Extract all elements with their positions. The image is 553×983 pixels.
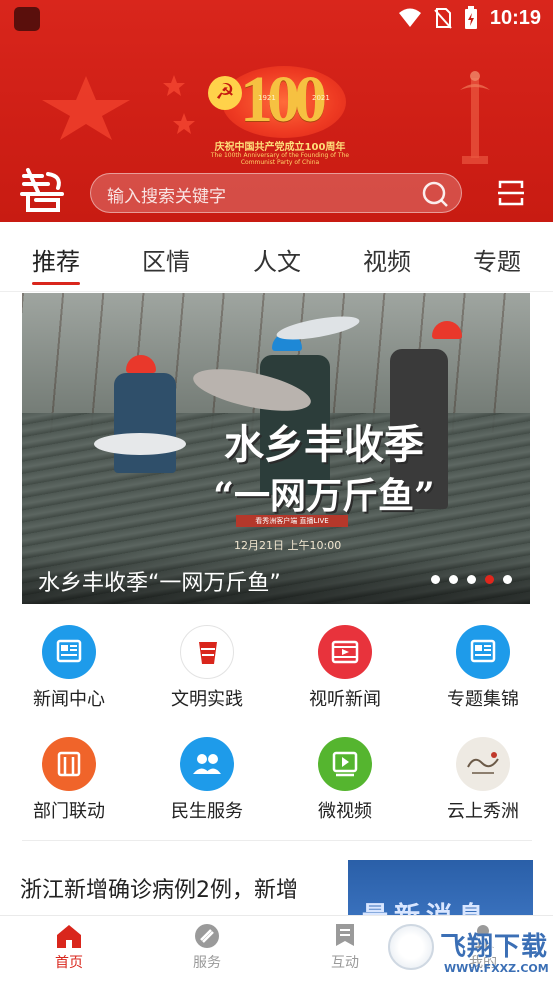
grid-item-audio-video-news[interactable]: 视听新闻 bbox=[276, 615, 414, 723]
grid-item-livelihood[interactable]: 民生服务 bbox=[138, 727, 276, 835]
grid-item-civilization[interactable]: 文明实践 bbox=[138, 615, 276, 723]
carousel-dot[interactable] bbox=[503, 575, 512, 584]
worker-figure bbox=[114, 373, 176, 473]
watermark-text: 飞翔下载 bbox=[440, 932, 549, 962]
tab-culture[interactable]: 人文 bbox=[253, 242, 301, 277]
people-icon bbox=[180, 737, 234, 791]
grid-label: 专题集锦 bbox=[447, 689, 519, 710]
category-tabs: 推荐 区情 人文 视频 专题 bbox=[0, 222, 553, 292]
video-icon bbox=[318, 737, 372, 791]
grid-label: 云上秀洲 bbox=[447, 801, 519, 822]
grid-item-special-collection[interactable]: 专题集锦 bbox=[414, 615, 552, 723]
interact-icon bbox=[336, 924, 354, 946]
film-icon bbox=[318, 625, 372, 679]
search-icon[interactable] bbox=[421, 180, 449, 208]
emblem-year-end: 2021 bbox=[312, 94, 330, 102]
monument-icon bbox=[460, 71, 490, 164]
flag-star-icon bbox=[42, 76, 130, 140]
no-sim-icon bbox=[434, 8, 452, 29]
search-input[interactable]: 输入搜索关键字 bbox=[90, 173, 462, 213]
wifi-icon bbox=[398, 8, 421, 27]
news-thumbnail[interactable]: 最新消息 bbox=[348, 860, 533, 920]
tab-video[interactable]: 视频 bbox=[363, 242, 411, 277]
grid-label: 民生服务 bbox=[171, 801, 243, 822]
emblem-year-start: 1921 bbox=[258, 94, 276, 102]
banner-carousel[interactable]: 水乡丰收季 “一网万斤鱼” 看秀洲客户端 直播LIVE 12月21日 上午10:… bbox=[22, 293, 530, 604]
banner-live-tag: 看秀洲客户端 直播LIVE bbox=[236, 515, 348, 527]
nav-label: 首页 bbox=[55, 955, 83, 971]
centenary-emblem: ☭ 100 1921 2021 庆祝中国共产党成立100周年 The 100th… bbox=[200, 62, 356, 166]
grid-label: 部门联动 bbox=[33, 801, 105, 822]
app-screen: 10:19 ☭ 100 1921 2021 庆祝中国共产党成立100周年 The… bbox=[0, 0, 553, 983]
nav-interact[interactable]: 互动 bbox=[305, 922, 385, 972]
battery-icon bbox=[464, 6, 477, 29]
emblem-caption-en: The 100th Anniversary of the Founding of… bbox=[210, 152, 350, 166]
banner-caption: 水乡丰收季“一网万斤鱼” bbox=[38, 571, 281, 596]
collection-icon bbox=[456, 625, 510, 679]
nav-home[interactable]: 首页 bbox=[29, 922, 109, 972]
hammer-sickle-icon: ☭ bbox=[208, 76, 242, 110]
notification-icon bbox=[14, 7, 40, 31]
nav-label: 互动 bbox=[331, 955, 359, 971]
carousel-dot-active[interactable] bbox=[485, 575, 494, 584]
active-tab-indicator bbox=[32, 282, 80, 285]
small-star-icon bbox=[173, 113, 195, 134]
banner-headline-line1: 水乡丰收季 bbox=[224, 421, 424, 468]
app-logo-icon[interactable] bbox=[18, 166, 68, 214]
carousel-dot[interactable] bbox=[467, 575, 476, 584]
news-item-title[interactable]: 浙江新增确诊病例2例，新增 bbox=[20, 872, 340, 904]
department-icon bbox=[42, 737, 96, 791]
grid-label: 视听新闻 bbox=[309, 689, 381, 710]
status-time: 10:19 bbox=[489, 6, 541, 29]
emblem-caption: 庆祝中国共产党成立100周年 bbox=[214, 142, 346, 153]
nav-service[interactable]: 服务 bbox=[167, 922, 247, 972]
grid-item-department[interactable]: 部门联动 bbox=[0, 727, 138, 835]
xiuzhou-map-icon bbox=[456, 737, 510, 791]
site-watermark: 飞翔下载 WWW.FXXZ.COM bbox=[384, 918, 553, 983]
emblem-number: 100 bbox=[240, 63, 327, 136]
carousel-dots bbox=[431, 575, 512, 584]
feature-grid: 新闻中心 文明实践 视听新闻 专题集锦 部门联动 民生服务 微视频 云上秀洲 bbox=[0, 615, 553, 840]
newspaper-icon bbox=[42, 625, 96, 679]
grid-item-cloud-xiuzhou[interactable]: 云上秀洲 bbox=[414, 727, 552, 835]
civilization-emblem-icon bbox=[180, 625, 234, 679]
tab-district[interactable]: 区情 bbox=[142, 242, 190, 277]
status-bar: 10:19 bbox=[0, 0, 553, 38]
carousel-dot[interactable] bbox=[431, 575, 440, 584]
scan-icon[interactable] bbox=[497, 178, 525, 208]
grid-label: 文明实践 bbox=[171, 689, 243, 710]
nav-label: 服务 bbox=[193, 955, 221, 971]
home-icon bbox=[57, 925, 81, 948]
grid-label: 新闻中心 bbox=[33, 689, 105, 710]
service-icon bbox=[195, 924, 219, 948]
banner-headline-line2: “一网万斤鱼” bbox=[213, 475, 435, 517]
small-star-icon bbox=[163, 75, 185, 96]
header: 10:19 ☭ 100 1921 2021 庆祝中国共产党成立100周年 The… bbox=[0, 0, 553, 222]
fish-shape bbox=[94, 433, 186, 455]
search-placeholder: 输入搜索关键字 bbox=[107, 187, 226, 207]
watermark-logo-icon bbox=[388, 924, 434, 970]
grid-item-micro-video[interactable]: 微视频 bbox=[276, 727, 414, 835]
carousel-dot[interactable] bbox=[449, 575, 458, 584]
watermark-url: WWW.FXXZ.COM bbox=[444, 962, 549, 975]
grid-item-news-center[interactable]: 新闻中心 bbox=[0, 615, 138, 723]
tab-recommend[interactable]: 推荐 bbox=[32, 242, 80, 277]
grid-label: 微视频 bbox=[318, 801, 372, 822]
tab-special[interactable]: 专题 bbox=[473, 242, 521, 277]
